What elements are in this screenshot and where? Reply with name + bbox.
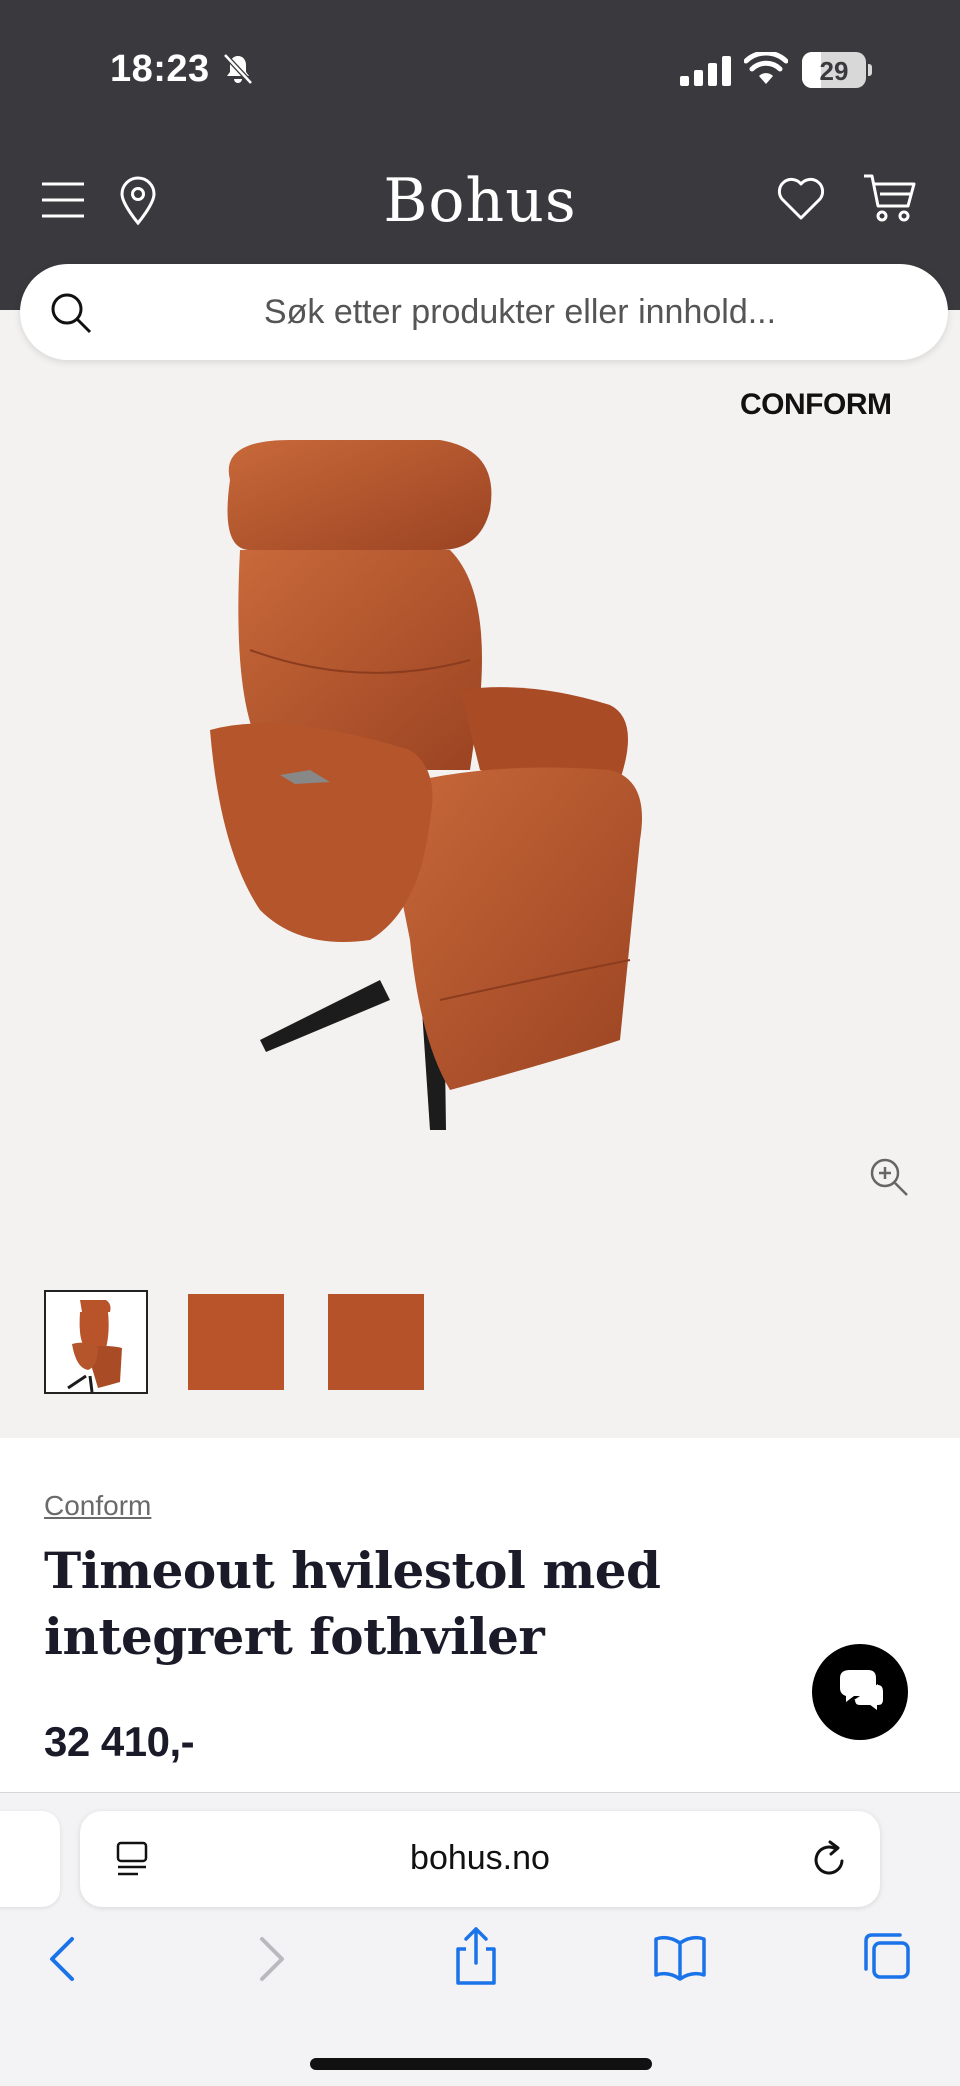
thumbnail-1[interactable] — [44, 1290, 148, 1394]
thumbnail-chair-image — [67, 1300, 122, 1393]
home-indicator[interactable] — [310, 2058, 652, 2070]
thumbnail-2[interactable] — [188, 1294, 284, 1390]
cellular-signal-icon — [680, 56, 731, 86]
tabs-icon[interactable] — [860, 1929, 912, 1983]
back-icon[interactable] — [42, 1933, 82, 1985]
search-input[interactable] — [140, 288, 900, 336]
heart-icon[interactable] — [776, 176, 826, 222]
battery-icon: 29 — [802, 52, 872, 88]
reload-icon[interactable] — [810, 1839, 850, 1879]
reader-mode-icon[interactable] — [114, 1839, 150, 1879]
bookmarks-icon[interactable] — [652, 1933, 708, 1981]
address-bar[interactable]: bohus.no — [80, 1811, 880, 1907]
wifi-icon — [744, 52, 788, 84]
product-brand-link[interactable]: Conform — [44, 1490, 151, 1522]
chat-bubbles-icon — [840, 1670, 885, 1714]
previous-tab-preview[interactable] — [0, 1811, 60, 1907]
menu-icon[interactable] — [40, 180, 86, 220]
url-text: bohus.no — [410, 1839, 550, 1877]
battery-percent: 29 — [819, 56, 849, 86]
browser-toolbar: bohus.no — [0, 1792, 960, 2086]
product-price: 32 410,- — [44, 1718, 195, 1765]
brand-logo[interactable]: Bohus — [330, 166, 630, 236]
zoom-in-icon[interactable] — [868, 1156, 910, 1198]
thumbnail-3[interactable] — [328, 1294, 424, 1390]
search-icon — [51, 293, 92, 334]
cart-icon[interactable] — [862, 172, 918, 224]
forward-icon[interactable] — [252, 1933, 292, 1985]
product-image[interactable] — [200, 440, 760, 1160]
product-title: Timeout hvilestol med integrert fothvile… — [44, 1541, 661, 1666]
status-time: 18:23 — [110, 48, 210, 90]
location-pin-icon[interactable] — [118, 176, 158, 226]
chat-button[interactable] — [812, 1644, 908, 1740]
share-icon[interactable] — [450, 1925, 502, 1987]
conform-logo: CONFORM — [740, 388, 892, 421]
search-bar[interactable] — [20, 264, 948, 360]
bell-slash-icon — [223, 53, 253, 85]
